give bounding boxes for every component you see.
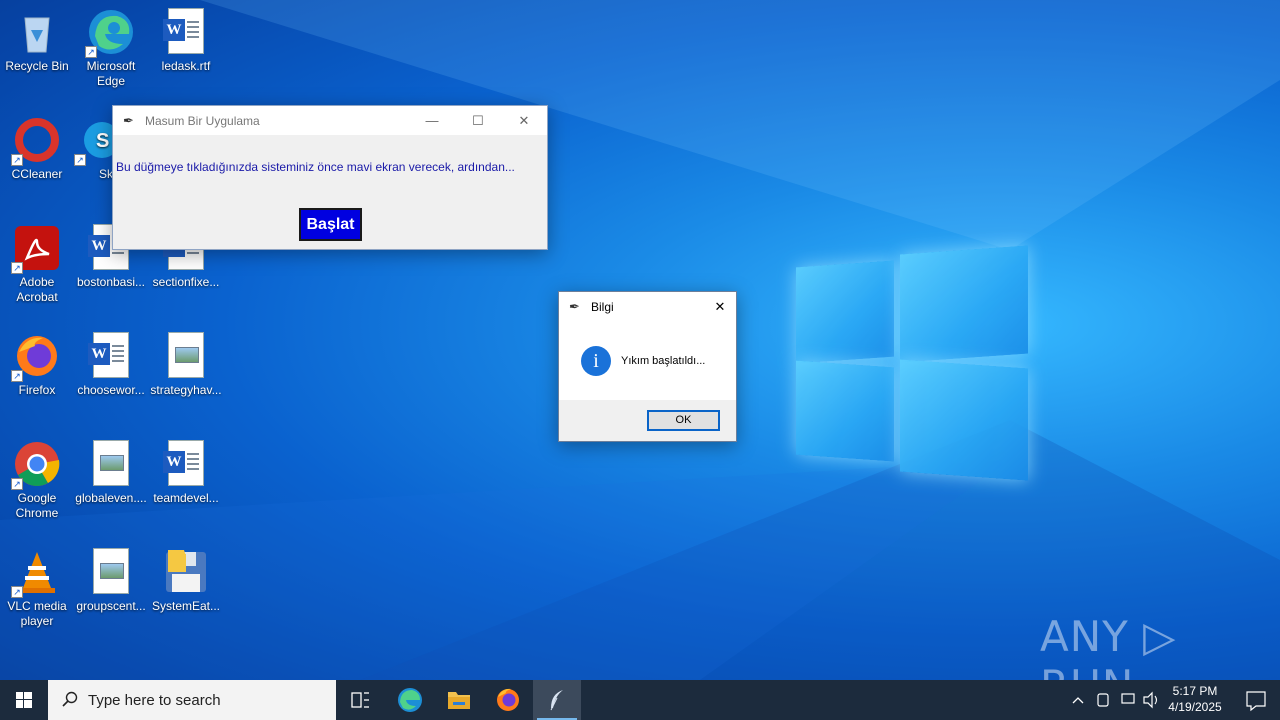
taskbar-file-explorer[interactable] <box>435 680 483 720</box>
desktop-icon-label: Adobe Acrobat <box>16 275 58 304</box>
desktop-icon-ledask[interactable]: W ledask.rtf <box>150 8 222 74</box>
image-file-icon <box>87 548 135 596</box>
dialog-footer: OK <box>559 400 736 441</box>
feather-icon <box>550 690 563 711</box>
desktop-icon-label: strategyhav... <box>150 383 222 397</box>
desktop-icon-label: choosewor... <box>77 383 145 397</box>
desktop-icon-microsoft-edge[interactable]: ↗ Microsoft Edge <box>75 8 147 89</box>
start-button[interactable]: Başlat <box>299 208 362 241</box>
main-app-window[interactable]: ✒ Masum Bir Uygulama — ☐ ✕ Bu düğmeye tı… <box>112 105 548 250</box>
desktop-icon-globaleven[interactable]: globaleven.... <box>75 440 147 506</box>
desktop-icon-label: Firefox <box>18 383 56 397</box>
desktop-icon-label: SystemEat... <box>151 599 221 613</box>
feather-icon: ✒ <box>123 112 134 128</box>
start-menu-button[interactable] <box>0 680 48 720</box>
desktop-icon-ccleaner[interactable]: ↗ CCleaner <box>1 116 73 182</box>
taskbar-clock[interactable]: 5:17 PM 4/19/2025 <box>1160 683 1230 715</box>
edge-icon <box>398 688 422 712</box>
desktop-icon-label: CCleaner <box>11 167 63 181</box>
close-button[interactable]: ✕ <box>501 106 547 135</box>
window-titlebar[interactable]: ✒ Masum Bir Uygulama — ☐ ✕ <box>113 106 547 135</box>
firefox-icon <box>497 688 519 711</box>
desktop-icon-google-chrome[interactable]: ↗ Google Chrome <box>1 440 73 521</box>
info-dialog[interactable]: ✒ Bilgi ✕ i Yıkım başlatıldı... OK <box>558 291 737 442</box>
desktop-icon-recycle-bin[interactable]: Recycle Bin <box>1 8 73 74</box>
volume-icon[interactable] <box>1143 691 1153 709</box>
desktop-icon-label: Microsoft Edge <box>86 59 136 88</box>
task-view-button[interactable] <box>336 680 384 720</box>
edge-icon: ↗ <box>85 8 135 58</box>
desktop-icon-teamdevel[interactable]: W teamdevel... <box>150 440 222 506</box>
desktop-icon-label: groupscent... <box>76 599 146 613</box>
dialog-body: i Yıkım başlatıldı... <box>559 321 736 401</box>
clock-time: 5:17 PM <box>1172 684 1218 698</box>
desktop-icon-label: bostonbasi... <box>76 275 146 289</box>
window-title: Masum Bir Uygulama <box>145 113 260 128</box>
desktop-icon-firefox[interactable]: ↗ Firefox <box>1 332 73 398</box>
minimize-button[interactable]: — <box>409 106 455 135</box>
maximize-button[interactable]: ☐ <box>455 106 501 135</box>
chrome-icon: ↗ <box>11 440 61 490</box>
recycle-bin-icon <box>13 8 61 56</box>
firefox-icon: ↗ <box>11 332 61 382</box>
action-center-button[interactable] <box>1232 680 1280 720</box>
floppy-disk-icon <box>162 548 210 596</box>
taskbar-python-app[interactable] <box>533 680 581 720</box>
desktop-icon-strategyhav[interactable]: strategyhav... <box>150 332 222 398</box>
folder-icon <box>448 692 470 709</box>
info-icon: i <box>581 346 611 376</box>
taskbar-search-box[interactable]: Type here to search <box>48 680 336 720</box>
feather-icon: ✒ <box>569 298 580 314</box>
chevron-up-icon[interactable] <box>1072 697 1084 704</box>
word-document-icon: W <box>162 440 210 488</box>
ccleaner-icon: ↗ <box>11 116 61 166</box>
desktop-icon-label: Google Chrome <box>15 491 59 520</box>
image-file-icon <box>162 332 210 380</box>
desktop-icon-label: sectionfixe... <box>152 275 220 289</box>
vlc-icon: ↗ <box>11 548 61 598</box>
desktop-icon-label: Recycle Bin <box>5 59 69 73</box>
clock-date: 4/19/2025 <box>1168 700 1222 714</box>
task-view-icon <box>351 692 369 708</box>
search-placeholder: Type here to search <box>88 692 221 709</box>
close-button[interactable]: ✕ <box>704 292 736 321</box>
desktop-icon-label: teamdevel... <box>153 491 219 505</box>
network-icon[interactable] <box>1121 693 1135 704</box>
dialog-titlebar[interactable]: ✒ Bilgi ✕ <box>559 292 736 321</box>
notification-icon <box>1246 691 1266 712</box>
word-document-icon: W <box>87 332 135 380</box>
warning-message: Bu düğmeye tıkladığınızda sisteminiz önc… <box>116 160 515 174</box>
taskbar-edge[interactable] <box>386 680 434 720</box>
windows-start-icon <box>16 692 32 708</box>
svg-text:S: S <box>96 130 109 152</box>
desktop-icon-adobe-acrobat[interactable]: ↗ Adobe Acrobat <box>1 224 73 305</box>
taskbar-firefox[interactable] <box>484 680 532 720</box>
desktop-icon-vlc[interactable]: ↗ VLC media player <box>1 548 73 629</box>
desktop-icon-systemeat[interactable]: SystemEat... <box>150 548 222 614</box>
desktop-icon-label: globaleven.... <box>75 491 147 505</box>
windows-logo-wallpaper <box>796 242 1028 481</box>
desktop-icon-groupscent[interactable]: groupscent... <box>75 548 147 614</box>
adobe-acrobat-icon: ↗ <box>11 224 61 274</box>
meet-now-icon[interactable] <box>1097 693 1109 707</box>
image-file-icon <box>87 440 135 488</box>
taskbar: Type here to search 5:17 PM 4/19/2025 <box>0 680 1280 720</box>
word-document-icon: W <box>162 8 210 56</box>
desktop-icon-label: ledask.rtf <box>161 59 211 73</box>
dialog-title: Bilgi <box>591 299 614 314</box>
system-tray <box>1066 680 1160 720</box>
dialog-message: Yıkım başlatıldı... <box>621 355 706 367</box>
ok-button[interactable]: OK <box>647 410 720 431</box>
desktop-icon-label: VLC media player <box>7 599 67 628</box>
search-icon <box>62 691 78 707</box>
desktop-icon-choosewor[interactable]: W choosewor... <box>75 332 147 398</box>
